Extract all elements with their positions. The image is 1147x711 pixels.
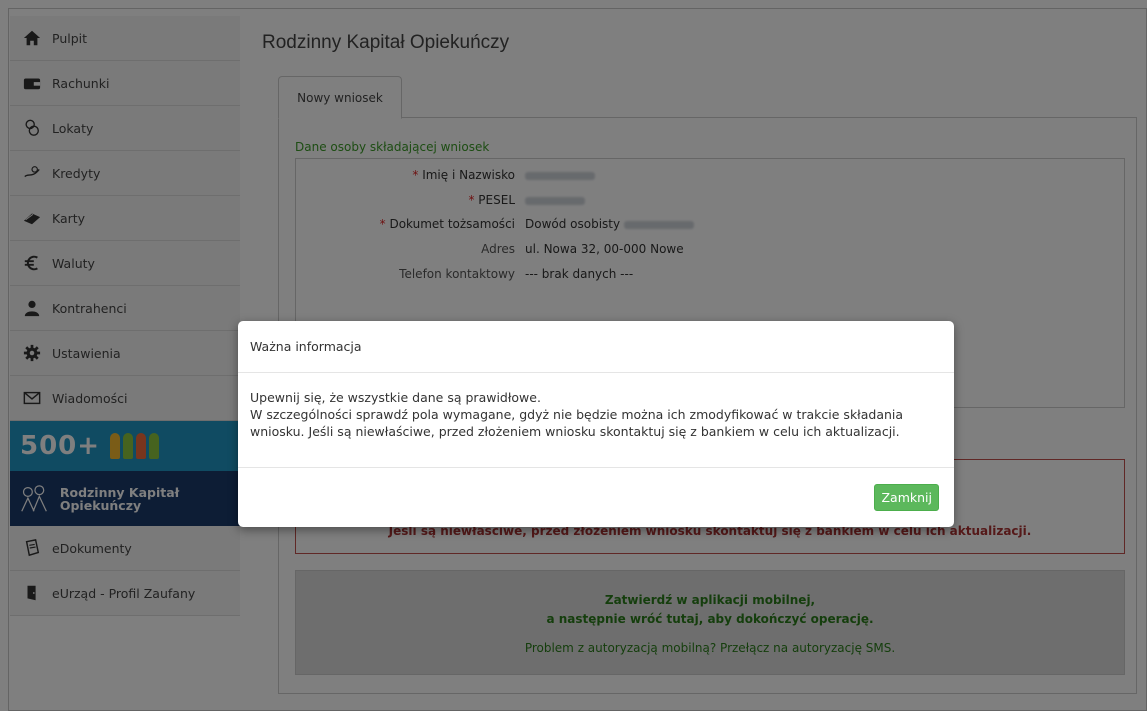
modal-body-line-2: W szczególności sprawdź pola wymagane, g… [250,407,904,439]
info-modal: Ważna informacja Upewnij się, że wszystk… [238,321,954,527]
modal-body: Upewnij się, że wszystkie dane są prawid… [238,373,954,468]
modal-body-line-1: Upewnij się, że wszystkie dane są prawid… [250,390,541,405]
close-button[interactable]: Zamknij [874,484,939,511]
modal-footer: Zamknij [238,468,954,526]
modal-title: Ważna informacja [238,321,954,373]
